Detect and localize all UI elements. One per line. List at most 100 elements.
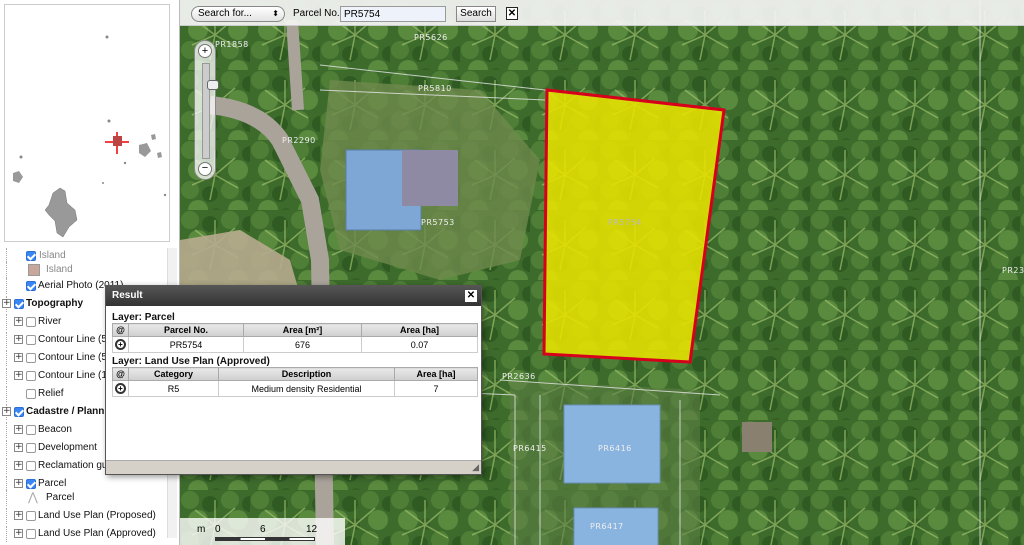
layer-tree-label: Beacon xyxy=(38,424,72,435)
layer-checkbox[interactable] xyxy=(26,511,36,521)
expand-icon[interactable]: + xyxy=(14,335,23,344)
layer-tree-label: Topography xyxy=(26,298,84,309)
zoom-to-icon[interactable]: + xyxy=(115,383,126,394)
parcel-label: PR6416 xyxy=(598,444,632,453)
layer-tree-item[interactable]: ⋀ Parcel xyxy=(0,490,176,506)
layer-landuse-title: Layer: Land Use Plan (Approved) xyxy=(112,356,270,367)
expand-icon[interactable]: + xyxy=(14,443,23,452)
layer-checkbox[interactable] xyxy=(26,389,36,399)
zoom-track[interactable] xyxy=(202,63,219,159)
search-button[interactable]: Search xyxy=(456,6,496,22)
layer-tree-item[interactable]: + Land Use Plan (Approved) xyxy=(0,526,176,542)
result-footer: ◢ xyxy=(106,460,481,474)
layer-checkbox[interactable] xyxy=(26,529,36,539)
expand-icon[interactable]: + xyxy=(14,479,23,488)
close-icon[interactable]: ✕ xyxy=(465,290,477,302)
layer-checkbox[interactable] xyxy=(26,353,36,363)
chevron-updown-icon: ⬍ xyxy=(272,9,279,18)
layer-checkbox[interactable] xyxy=(26,371,36,381)
layer-checkbox[interactable] xyxy=(26,479,36,489)
layer-checkbox[interactable] xyxy=(14,407,24,417)
table-cell: 7 xyxy=(394,380,478,397)
layer-tree-label: River xyxy=(38,316,62,327)
zoom-in-button[interactable]: + xyxy=(198,44,212,58)
parcel-label: PR2290 xyxy=(282,136,316,145)
expand-icon[interactable]: + xyxy=(2,407,11,416)
layer-tree-item[interactable]: + Land Use Plan (Proposed) xyxy=(0,508,176,524)
zoom-to-icon[interactable]: + xyxy=(115,339,126,350)
layer-checkbox[interactable] xyxy=(26,461,36,471)
layer-tree-label: Reclamation guid xyxy=(38,460,116,471)
expand-icon[interactable]: + xyxy=(14,425,23,434)
column-header: Category xyxy=(128,367,219,381)
tree-guide-line xyxy=(6,262,7,278)
expand-icon[interactable]: + xyxy=(14,461,23,470)
layer-tree-label: Island xyxy=(39,250,66,261)
tree-guide-line xyxy=(6,314,7,330)
column-header: @ xyxy=(112,367,129,381)
parcel-label: PR5754 xyxy=(608,218,642,227)
layer-tree-label: Island xyxy=(46,264,73,275)
layer-checkbox[interactable] xyxy=(26,335,36,345)
scale-unit: m xyxy=(197,524,206,535)
layer-checkbox[interactable] xyxy=(26,425,36,435)
close-icon[interactable]: ✕ xyxy=(506,7,518,20)
parcel-label: PR1858 xyxy=(215,40,249,49)
layer-checkbox[interactable] xyxy=(26,281,36,291)
scale-bar: m 0 6 12 xyxy=(180,518,345,545)
tree-guide-line xyxy=(6,368,7,384)
layer-tree-item[interactable]: Island xyxy=(0,262,176,278)
result-title: Result xyxy=(106,286,481,306)
zoom-slider[interactable]: + − xyxy=(194,40,219,180)
expand-icon[interactable]: + xyxy=(14,353,23,362)
overview-islands xyxy=(5,5,169,241)
parcel-label: PR6417 xyxy=(590,522,624,531)
expand-icon[interactable]: + xyxy=(14,371,23,380)
tree-guide-line xyxy=(6,490,7,506)
layer-checkbox[interactable] xyxy=(26,317,36,327)
scale-tick: 12 xyxy=(306,524,318,535)
table-row: + R5 Medium density Residential 7 xyxy=(112,380,478,397)
parcel-no-input[interactable] xyxy=(340,6,446,22)
layer-tree-label: Land Use Plan (Proposed) xyxy=(38,510,156,521)
search-type-label: Search for... xyxy=(198,8,252,19)
parcel-label: PR5626 xyxy=(414,33,448,42)
tree-guide-line xyxy=(6,422,7,438)
tree-guide-line xyxy=(6,386,7,402)
layer-tree-label: Contour Line (10 xyxy=(38,370,113,381)
table-cell: 0.07 xyxy=(361,336,478,353)
table-cell: R5 xyxy=(128,380,219,397)
scale-tick: 0 xyxy=(215,524,221,535)
resize-grip-icon[interactable]: ◢ xyxy=(472,462,479,473)
zoom-out-button[interactable]: − xyxy=(198,162,212,176)
legend-swatch xyxy=(28,264,40,276)
layer-tree-label: Cadastre / Planni xyxy=(26,406,108,417)
table-cell: PR5754 xyxy=(128,336,244,353)
scale-tick: 6 xyxy=(260,524,266,535)
table-cell: 676 xyxy=(243,336,362,353)
overview-map[interactable] xyxy=(4,4,170,242)
parcel-label: PR6415 xyxy=(513,444,547,453)
column-header: @ xyxy=(112,323,129,337)
layer-checkbox[interactable] xyxy=(26,251,36,261)
parcel-legend-icon: ⋀ xyxy=(28,490,38,504)
expand-icon[interactable]: + xyxy=(2,299,11,308)
expand-icon[interactable]: + xyxy=(14,511,23,520)
layer-tree-label: Parcel xyxy=(46,492,75,503)
tree-guide-line xyxy=(6,332,7,348)
tree-guide-line xyxy=(6,508,7,524)
column-header: Area [ha] xyxy=(361,323,478,337)
expand-icon[interactable]: + xyxy=(14,317,23,326)
landuse-result-table: @ Category Description Area [ha] + R5 Me… xyxy=(112,367,478,397)
parcel-label: PR5753 xyxy=(421,218,455,227)
column-header: Area [m²] xyxy=(243,323,362,337)
layer-checkbox[interactable] xyxy=(14,299,24,309)
layer-checkbox[interactable] xyxy=(26,443,36,453)
search-type-select[interactable]: Search for... ⬍ xyxy=(191,6,285,22)
parcel-label: PR23 xyxy=(1002,266,1024,275)
parcel-label: PR2636 xyxy=(502,372,536,381)
zoom-handle[interactable] xyxy=(207,80,219,90)
tree-guide-line xyxy=(6,440,7,456)
tree-guide-line xyxy=(6,458,7,474)
expand-icon[interactable]: + xyxy=(14,529,23,538)
